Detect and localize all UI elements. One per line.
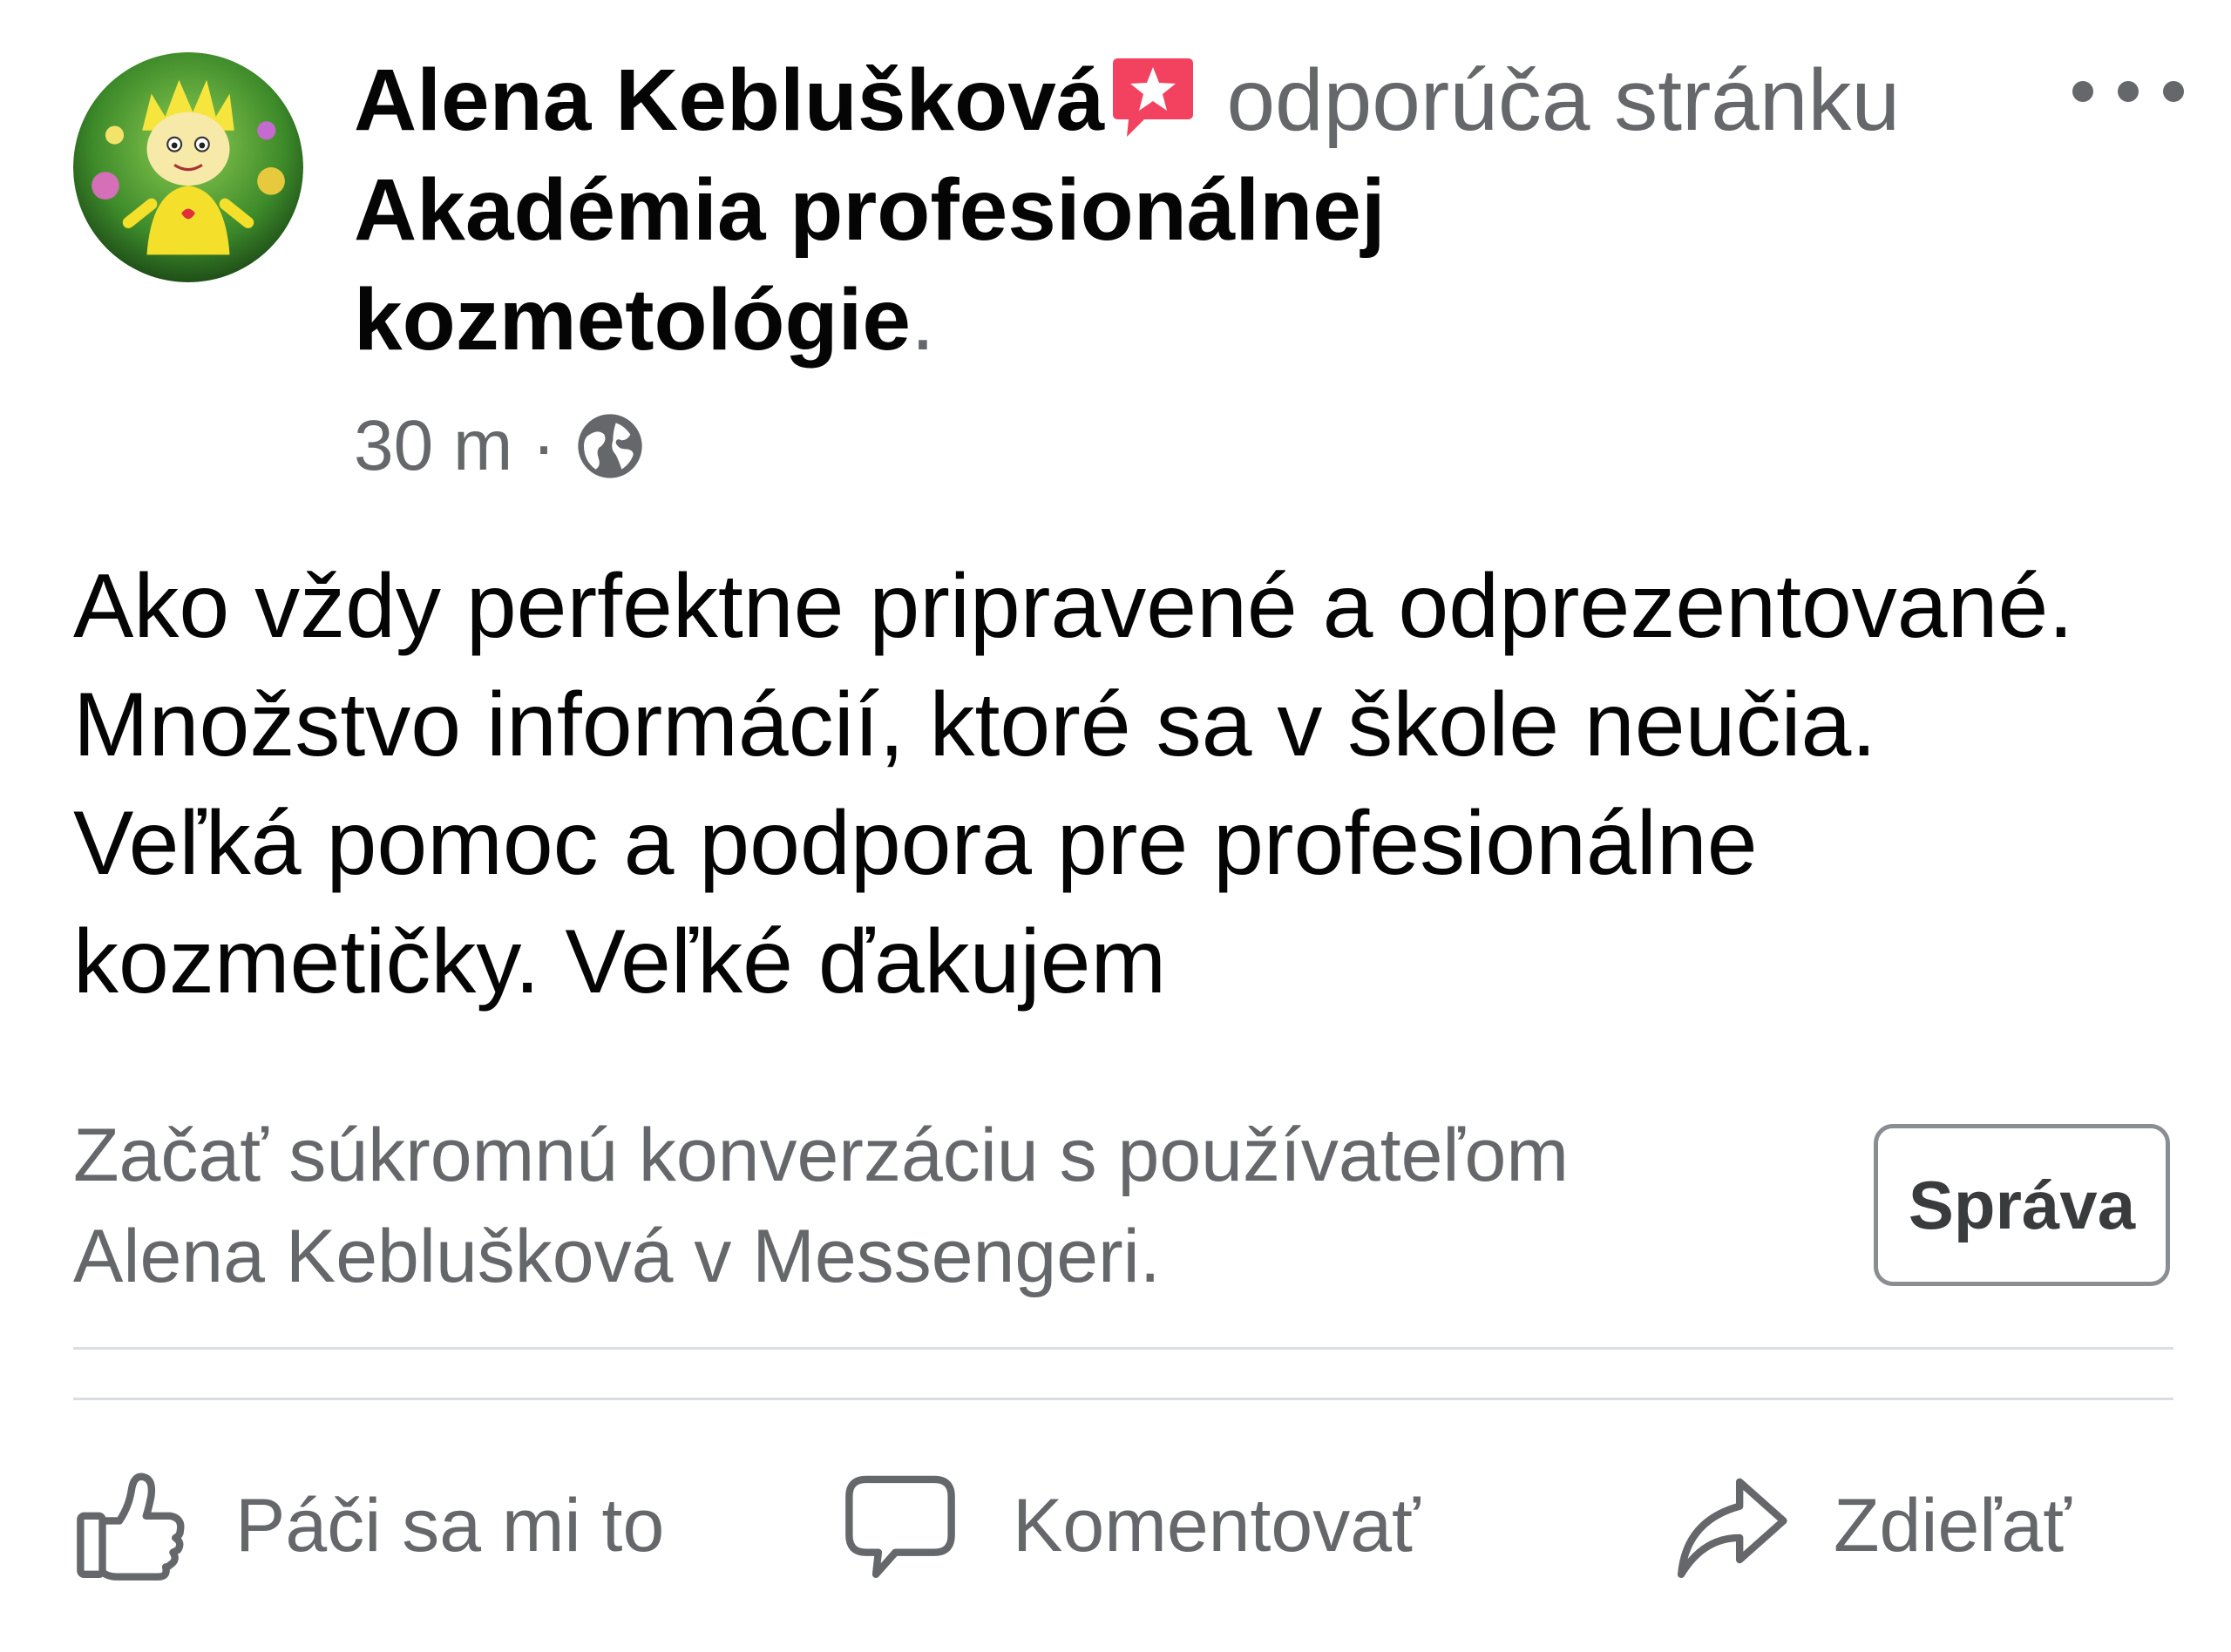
more-options-icon[interactable] [2072,61,2184,122]
messenger-prompt: Začať súkromnú konverzáciu s používateľo… [73,1105,1816,1307]
share-button[interactable]: Zdieľať [1672,1460,2071,1591]
post-text-line: Množstvo informácií, ktoré sa v škole ne… [73,674,1877,775]
thumbs-up-icon [77,1473,185,1581]
cartoon-child-avatar-icon [73,52,303,282]
divider [73,1347,2173,1350]
recommend-verb: odporúča stránku [1226,51,1901,149]
author-name[interactable]: Alena Keblušková [354,51,1104,149]
more-dot [2072,81,2093,102]
divider [73,1398,2173,1400]
post-text-line: kozmetičky. Veľké ďakujem [73,911,1167,1012]
message-button[interactable]: Správa [1874,1124,2170,1286]
post-headline: Alena Keblušková odporúča stránku Akadémia… [354,45,2045,375]
globe-icon[interactable] [575,411,645,481]
messenger-prompt-line: Začať súkromnú konverzáciu s používateľo… [73,1114,1569,1197]
comment-label: Komentovať [1013,1483,1421,1567]
post-meta: 30 m · [354,403,645,490]
like-label: Páči sa mi to [235,1483,665,1567]
timestamp[interactable]: 30 m [354,405,512,487]
recommend-star-speech-icon [1109,53,1197,140]
recommendation-post: Alena Keblušková odporúča stránku Akadémia… [0,0,2231,1652]
post-header: Alena Keblušková odporúča stránku Akadémia… [354,45,2045,375]
comment-button[interactable]: Komentovať [842,1460,1420,1591]
recommended-page-name-line1[interactable]: Akadémia profesionálnej [354,161,1386,259]
end-punctuation: . [910,271,935,369]
more-dot [2118,81,2139,102]
meta-separator: · [532,406,556,485]
avatar[interactable] [73,52,303,282]
post-text-line: Ako vždy perfektne pripravené a odprezen… [73,556,2074,657]
recommended-page-name-line2[interactable]: kozmetológie [354,271,911,369]
post-text-line: Veľká pomoc a podpora pre profesionálne [73,793,1758,894]
comment-bubble-icon [845,1475,955,1579]
share-label: Zdieľať [1834,1483,2072,1567]
share-arrow-icon [1677,1478,1787,1579]
messenger-prompt-line: Alena Keblušková v Messengeri. [73,1215,1161,1298]
post-body-text: Ako vždy perfektne pripravené a odprezen… [73,547,2182,1021]
like-button[interactable]: Páči sa mi to [73,1460,664,1591]
more-dot [2163,81,2184,102]
